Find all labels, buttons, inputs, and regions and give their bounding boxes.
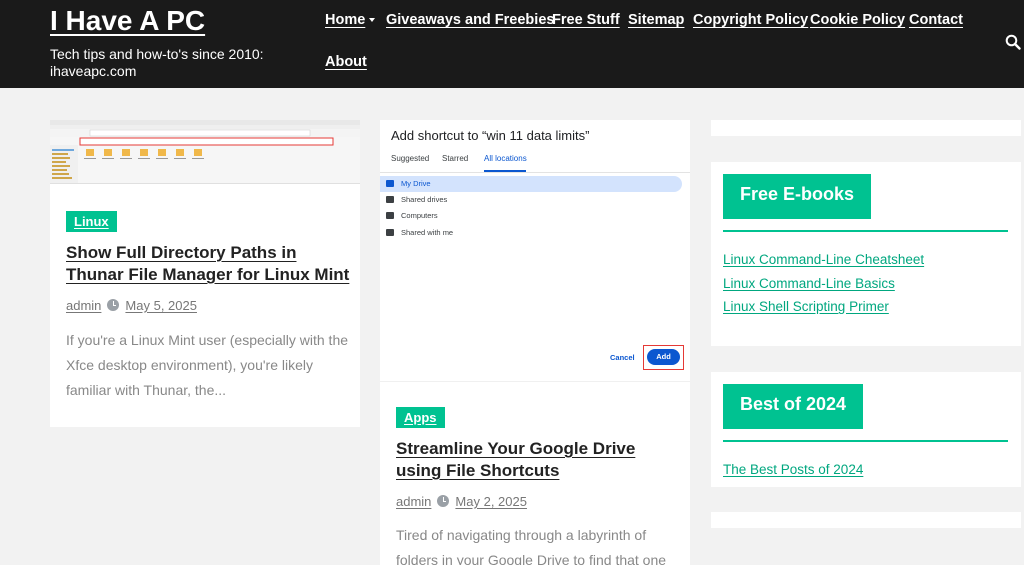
sidebar-widget bbox=[711, 120, 1021, 136]
sidebar-link[interactable]: The Best Posts of 2024 bbox=[723, 462, 863, 477]
divider bbox=[380, 172, 690, 173]
post-meta: admin May 2, 2025 bbox=[396, 494, 527, 509]
widget-title: Best of 2024 bbox=[723, 384, 864, 429]
tab-all-locations: All locations bbox=[484, 154, 527, 163]
dialog-title: Add shortcut to “win 11 data limits” bbox=[391, 128, 590, 143]
site-tagline: Tech tips and how-to's since 2010: ihave… bbox=[50, 46, 264, 79]
clock-icon bbox=[437, 495, 450, 507]
drive-icon bbox=[386, 180, 394, 187]
widget-title: Free E-books bbox=[723, 174, 872, 219]
post-author[interactable]: admin bbox=[66, 298, 101, 313]
sidebar-widget-ebooks: Free E-books Linux Command-Line Cheatshe… bbox=[711, 162, 1021, 346]
sidebar-link[interactable]: Linux Shell Scripting Primer bbox=[723, 299, 889, 314]
post-date[interactable]: May 2, 2025 bbox=[455, 494, 527, 509]
post-author[interactable]: admin bbox=[396, 494, 431, 509]
post-thumbnail[interactable]: Add shortcut to “win 11 data limits” Sug… bbox=[380, 120, 690, 382]
shared-drives-icon bbox=[386, 196, 394, 203]
dialog-add-button: Add bbox=[647, 349, 680, 365]
highlight-box: Add bbox=[643, 345, 684, 370]
post-title[interactable]: Show Full Directory Paths in Thunar File… bbox=[66, 242, 351, 286]
post-card: Linux Show Full Directory Paths in Thuna… bbox=[50, 120, 360, 427]
nav-item-sitemap[interactable]: Sitemap bbox=[628, 12, 684, 28]
location-row: Shared drives bbox=[380, 192, 682, 208]
nav-item-cookie-policy[interactable]: Cookie Policy bbox=[810, 12, 905, 28]
post-thumbnail[interactable] bbox=[50, 120, 360, 184]
sidebar-widget bbox=[711, 512, 1021, 528]
post-date[interactable]: May 5, 2025 bbox=[125, 298, 197, 313]
post-excerpt: If you're a Linux Mint user (especially … bbox=[66, 332, 349, 398]
post-meta: admin May 5, 2025 bbox=[66, 298, 197, 313]
widget-divider bbox=[723, 230, 1008, 232]
tab-starred: Starred bbox=[442, 154, 469, 163]
location-label: Computers bbox=[401, 211, 438, 220]
widget-divider bbox=[723, 440, 1008, 442]
nav-item-giveaways[interactable]: Giveaways and Freebies bbox=[386, 12, 554, 28]
location-label: Shared drives bbox=[401, 195, 448, 204]
search-icon[interactable] bbox=[1005, 34, 1021, 50]
nav-item-about[interactable]: About bbox=[325, 54, 367, 70]
post-title[interactable]: Streamline Your Google Drive using File … bbox=[396, 438, 681, 482]
location-label: Shared with me bbox=[401, 228, 454, 237]
post-card: Add shortcut to “win 11 data limits” Sug… bbox=[380, 120, 690, 565]
chevron-down-icon bbox=[369, 18, 376, 23]
location-row: My Drive bbox=[380, 176, 682, 192]
dialog-cancel-button: Cancel bbox=[610, 353, 635, 362]
thunar-screenshot-image bbox=[50, 120, 360, 183]
category-badge[interactable]: Linux bbox=[66, 211, 117, 232]
tab-suggested: Suggested bbox=[391, 154, 430, 163]
location-label: My Drive bbox=[401, 179, 431, 188]
category-badge[interactable]: Apps bbox=[396, 407, 445, 428]
sidebar-link[interactable]: Linux Command-Line Cheatsheet bbox=[723, 252, 924, 267]
location-row: Shared with me bbox=[380, 225, 682, 241]
nav-item-contact[interactable]: Contact bbox=[909, 12, 963, 28]
shared-with-me-icon bbox=[386, 229, 394, 236]
clock-icon bbox=[107, 299, 120, 311]
sidebar-widget-best-of: Best of 2024 The Best Posts of 2024 bbox=[711, 372, 1021, 487]
computer-icon bbox=[386, 212, 394, 219]
nav-item-copyright-policy[interactable]: Copyright Policy bbox=[693, 12, 808, 28]
nav-item-home[interactable]: Home bbox=[325, 12, 376, 28]
nav-item-free-stuff[interactable]: Free Stuff bbox=[552, 12, 620, 28]
post-excerpt: Tired of navigating through a labyrinth … bbox=[396, 527, 667, 565]
sidebar-link[interactable]: Linux Command-Line Basics bbox=[723, 276, 895, 291]
location-row: Computers bbox=[380, 208, 682, 224]
site-header: I Have A PC Tech tips and how-to's since… bbox=[0, 0, 1024, 88]
nav-item-label: Home bbox=[325, 12, 366, 28]
site-title[interactable]: I Have A PC bbox=[50, 5, 205, 37]
